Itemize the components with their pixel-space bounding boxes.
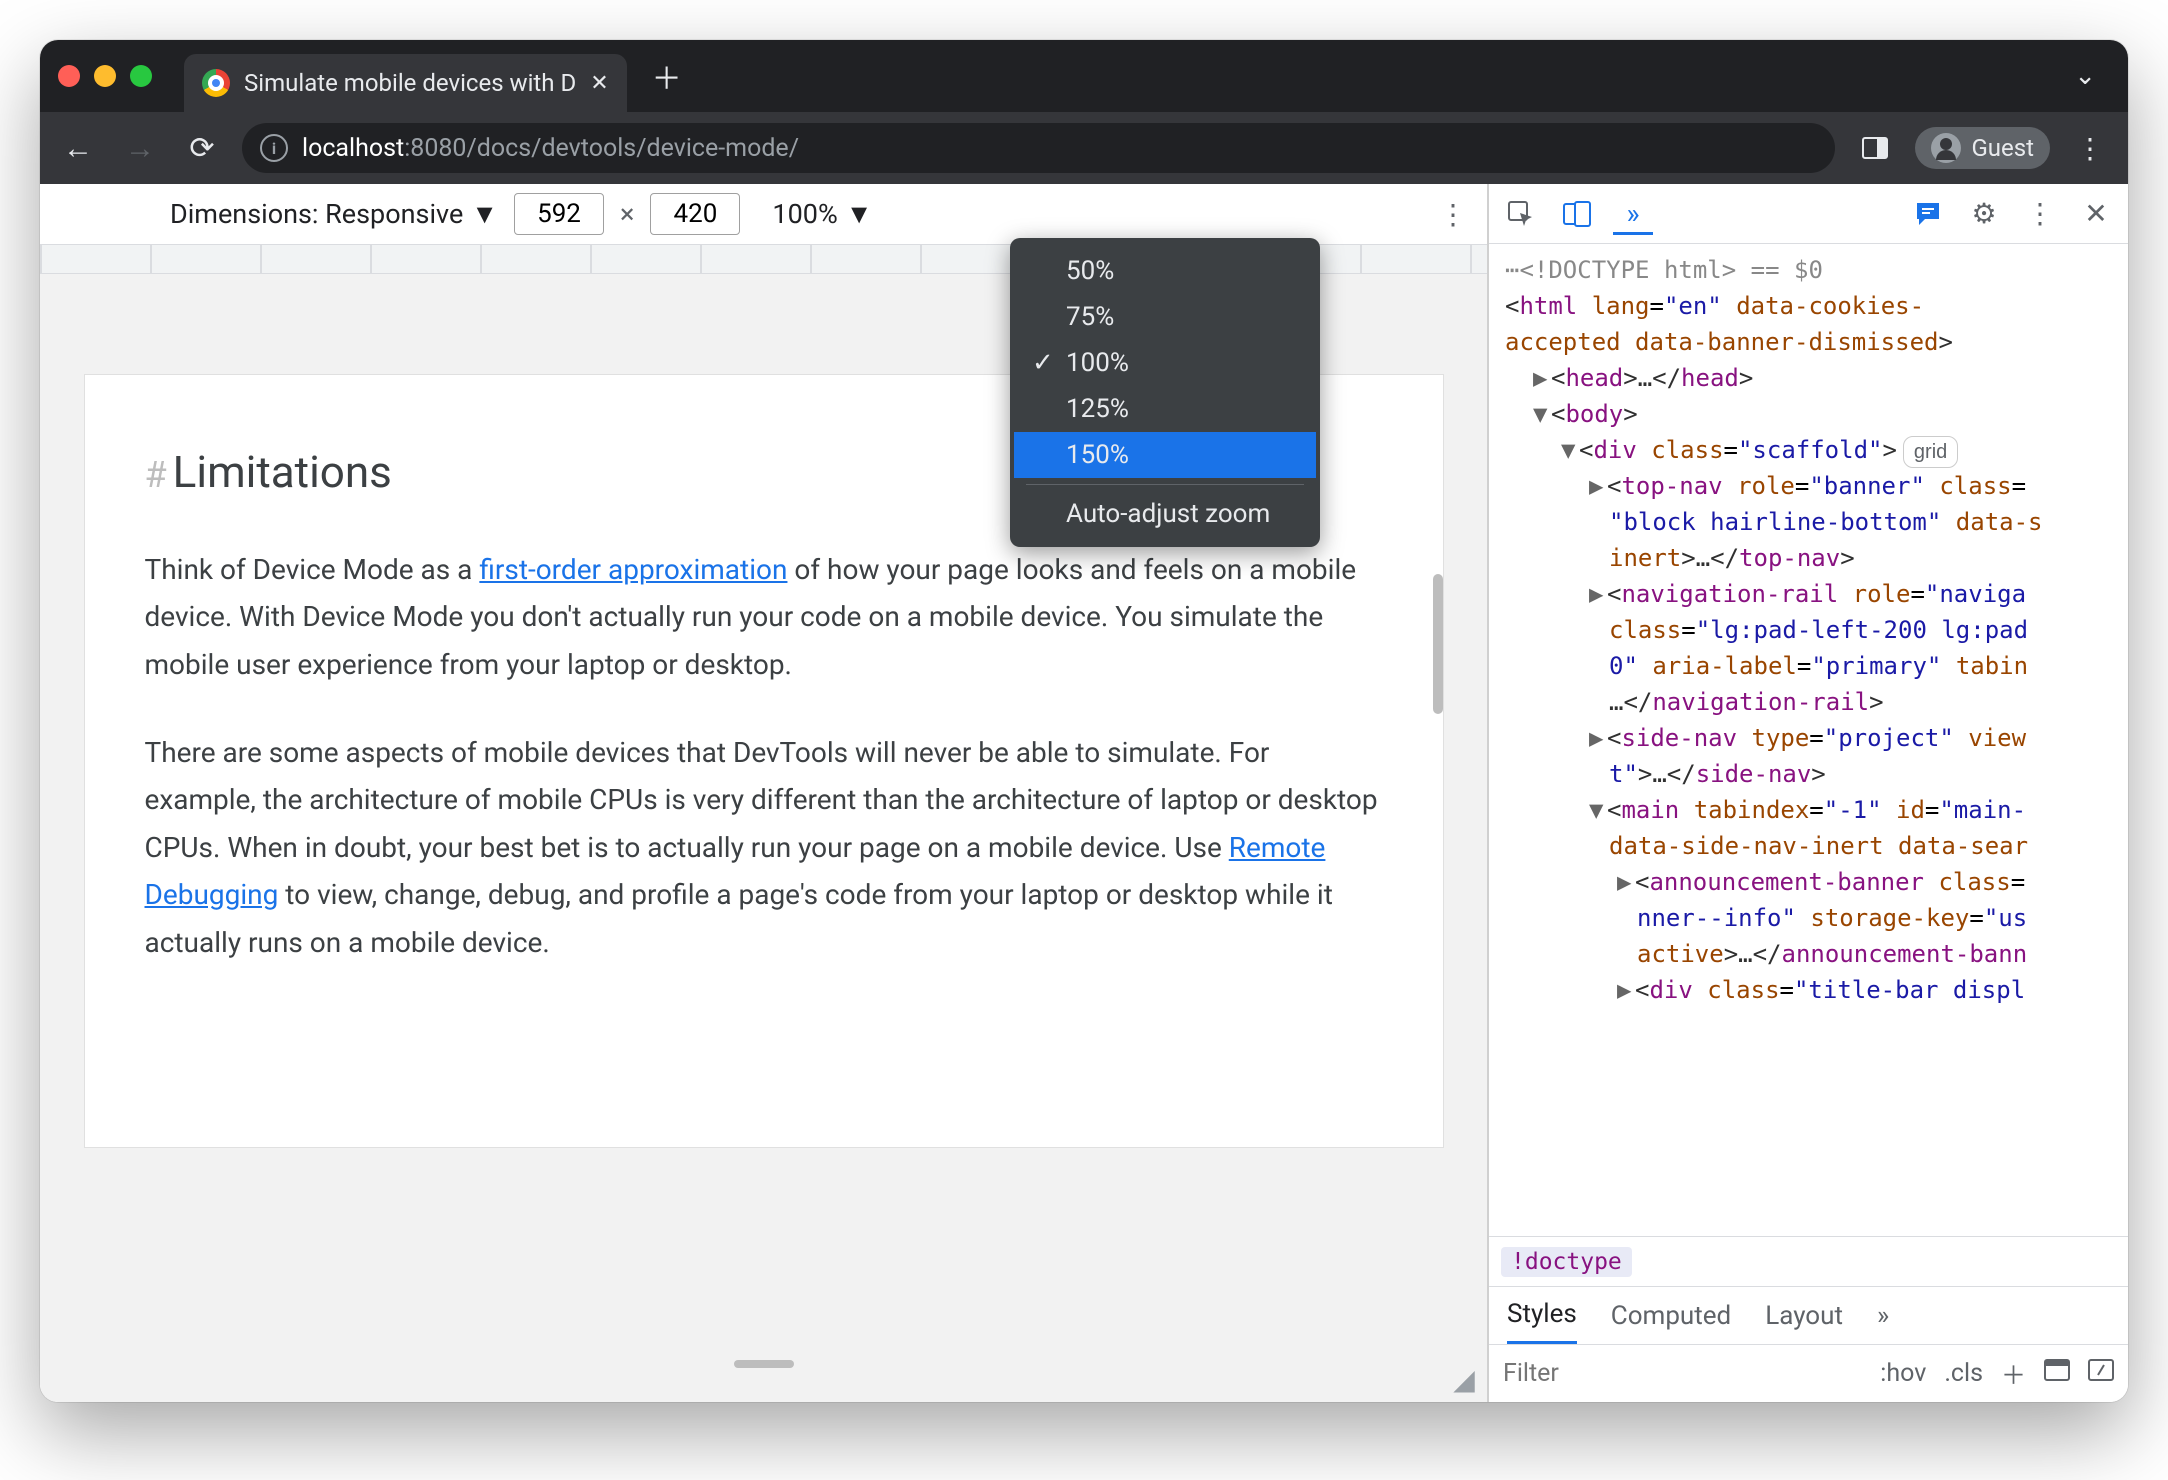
viewport-resize-handle-corner[interactable]: ◢ xyxy=(1441,1356,1487,1402)
close-devtools-icon[interactable]: ✕ xyxy=(2076,194,2116,234)
computed-sidebar-icon[interactable] xyxy=(2044,1359,2070,1388)
paragraph-1: Think of Device Mode as a first-order ap… xyxy=(145,546,1383,689)
close-window-button[interactable] xyxy=(58,65,80,87)
viewport-resize-handle-bottom[interactable] xyxy=(734,1360,794,1368)
menu-separator xyxy=(1026,484,1304,485)
more-tabs-icon[interactable]: » xyxy=(1613,195,1653,235)
zoom-option-75[interactable]: 75% xyxy=(1014,294,1316,340)
device-toolbar: Dimensions: Responsive ▼ × 100% ▼ ⋮ 50% … xyxy=(40,184,1487,244)
elements-breadcrumbs[interactable]: !doctype xyxy=(1489,1236,2128,1286)
styles-filter-input[interactable] xyxy=(1503,1359,1613,1388)
profile-button[interactable]: Guest xyxy=(1915,127,2050,169)
chrome-favicon-icon xyxy=(202,69,230,97)
url-host: localhost xyxy=(302,134,404,163)
url-path: /docs/devtools/device-mode/ xyxy=(466,134,799,163)
browser-window: Simulate mobile devices with D ✕ ＋ ⌄ ← →… xyxy=(40,40,2128,1402)
toggle-device-toolbar-icon[interactable] xyxy=(1557,194,1597,234)
height-input[interactable] xyxy=(650,193,740,235)
reload-button[interactable]: ⟳ xyxy=(180,126,224,170)
content-area: Dimensions: Responsive ▼ × 100% ▼ ⋮ 50% … xyxy=(40,184,2128,1402)
tab-styles[interactable]: Styles xyxy=(1507,1287,1577,1344)
browser-menu-button[interactable]: ⋮ xyxy=(2068,132,2112,165)
browser-tab[interactable]: Simulate mobile devices with D ✕ xyxy=(184,54,627,112)
dimension-separator: × xyxy=(620,198,634,230)
toggle-cls-button[interactable]: .cls xyxy=(1944,1359,1983,1388)
zoom-menu-popup: 50% 75% 100% 125% 150% Auto-adjust zoom xyxy=(1010,238,1320,547)
breadcrumb-doctype[interactable]: !doctype xyxy=(1501,1247,1632,1277)
devtools-tabbar: » ⚙ ⋮ ✕ xyxy=(1489,184,2128,244)
tab-search-icon[interactable]: ⌄ xyxy=(2074,61,2110,91)
zoom-dropdown[interactable]: 100% ▼ xyxy=(772,198,872,230)
address-bar[interactable]: i localhost:8080/docs/devtools/device-mo… xyxy=(242,123,1835,173)
dimensions-dropdown[interactable]: Dimensions: Responsive ▼ xyxy=(170,198,498,230)
browser-toolbar: ← → ⟳ i localhost:8080/docs/devtools/dev… xyxy=(40,112,2128,184)
styles-toolbar: :hov .cls ＋ xyxy=(1489,1344,2128,1402)
side-panel-icon[interactable] xyxy=(1853,126,1897,170)
devtools-menu-icon[interactable]: ⋮ xyxy=(2020,194,2060,234)
styles-tabbar: Styles Computed Layout » xyxy=(1489,1286,2128,1344)
viewport-scrollbar[interactable] xyxy=(1433,574,1443,714)
zoom-option-150[interactable]: 150% xyxy=(1014,432,1316,478)
forward-button[interactable]: → xyxy=(118,126,162,170)
devtools-panel: » ⚙ ⋮ ✕ ⋯<!DOCTYPE html> == $0 <html lan… xyxy=(1488,184,2128,1402)
url-port: :8080 xyxy=(404,134,466,163)
feedback-icon[interactable] xyxy=(1908,194,1948,234)
width-input[interactable] xyxy=(514,193,604,235)
new-tab-button[interactable]: ＋ xyxy=(645,54,689,98)
toggle-rendering-icon[interactable] xyxy=(2088,1359,2114,1388)
back-button[interactable]: ← xyxy=(56,126,100,170)
window-controls xyxy=(58,65,152,87)
grid-badge[interactable]: grid xyxy=(1903,436,1958,468)
elements-tree[interactable]: ⋯<!DOCTYPE html> == $0 <html lang="en" d… xyxy=(1489,244,2128,1236)
tab-strip: Simulate mobile devices with D ✕ ＋ ⌄ xyxy=(40,40,2128,112)
zoom-auto-adjust[interactable]: Auto-adjust zoom xyxy=(1014,491,1316,537)
settings-gear-icon[interactable]: ⚙ xyxy=(1964,194,2004,234)
more-styles-tabs-icon[interactable]: » xyxy=(1877,1301,1889,1331)
tab-title: Simulate mobile devices with D xyxy=(244,69,576,97)
new-style-rule-icon[interactable]: ＋ xyxy=(2001,1356,2026,1392)
avatar-icon xyxy=(1931,133,1961,163)
link-first-order-approximation[interactable]: first-order approximation xyxy=(479,553,787,586)
inspect-element-icon[interactable] xyxy=(1501,194,1541,234)
device-mode-panel: Dimensions: Responsive ▼ × 100% ▼ ⋮ 50% … xyxy=(40,184,1488,1402)
close-tab-icon[interactable]: ✕ xyxy=(590,71,608,96)
tab-layout[interactable]: Layout xyxy=(1765,1301,1843,1331)
device-toolbar-menu[interactable]: ⋮ xyxy=(1439,198,1467,231)
toggle-hov-button[interactable]: :hov xyxy=(1880,1359,1926,1388)
hash-anchor-icon: # xyxy=(145,454,167,496)
chevron-down-icon: ▼ xyxy=(846,198,873,230)
profile-label: Guest xyxy=(1971,134,2034,162)
zoom-option-125[interactable]: 125% xyxy=(1014,386,1316,432)
paragraph-2: There are some aspects of mobile devices… xyxy=(145,729,1383,967)
chevron-down-icon: ▼ xyxy=(471,198,498,230)
maximize-window-button[interactable] xyxy=(130,65,152,87)
zoom-option-50[interactable]: 50% xyxy=(1014,248,1316,294)
zoom-option-100[interactable]: 100% xyxy=(1014,340,1316,386)
tab-computed[interactable]: Computed xyxy=(1611,1301,1731,1331)
minimize-window-button[interactable] xyxy=(94,65,116,87)
site-info-icon[interactable]: i xyxy=(260,134,288,162)
